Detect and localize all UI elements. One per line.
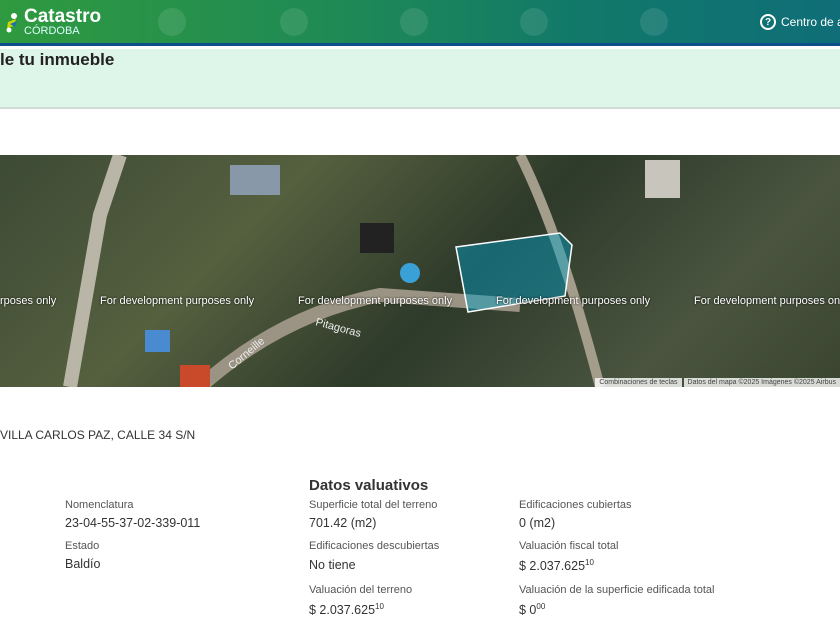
- brand-title: Catastro: [24, 6, 102, 27]
- estado-label: Estado: [65, 540, 100, 552]
- cents: 10: [375, 602, 384, 611]
- decor-dot: [640, 8, 668, 36]
- descubiertas-label: Edificaciones descubiertas: [309, 540, 440, 552]
- cubiertas-value: 0 (m2): [519, 516, 556, 530]
- decor-dot: [158, 8, 186, 36]
- logo[interactable]: Catastro CÓRDOBA: [5, 6, 102, 37]
- superficie-label: Superficie total del terreno: [309, 499, 438, 511]
- valuacion-edificada-value: $ 000: [519, 602, 545, 617]
- valuacion-terreno-label: Valuación del terreno: [309, 584, 413, 596]
- property-address: VILLA CARLOS PAZ, CALLE 34 S/N: [0, 428, 196, 442]
- help-center-link[interactable]: ? Centro de ay: [760, 14, 840, 30]
- map-watermark: For development purposes only: [496, 295, 651, 307]
- valuacion-fiscal-label: Valuación fiscal total: [519, 540, 619, 552]
- street-label: Pitagoras: [314, 316, 362, 340]
- header: Catastro CÓRDOBA ? Centro de ay: [0, 0, 840, 46]
- amount: $ 2.037.625: [309, 603, 376, 618]
- page-title: le tu inmueble: [0, 50, 115, 69]
- title-band: le tu inmueble: [0, 49, 840, 109]
- section-title-valuativos: Datos valuativos: [309, 477, 429, 494]
- map-attribution: Combinaciones de teclas Datos del mapa ©…: [593, 378, 840, 387]
- cents: 00: [536, 602, 546, 611]
- brand-subtitle: CÓRDOBA: [24, 25, 80, 37]
- map-view[interactable]: Pitagoras Corneille rposes only For deve…: [0, 155, 840, 387]
- descubiertas-value: No tiene: [309, 558, 356, 572]
- map-data-attribution[interactable]: Datos del mapa ©2025 Imágenes ©2025 Airb…: [683, 378, 840, 387]
- map-watermark: rposes only: [0, 295, 57, 307]
- map-watermark: For development purposes only: [298, 295, 453, 307]
- help-icon: ?: [760, 14, 776, 30]
- valuacion-edificada-label: Valuación de la superficie edificada tot…: [519, 584, 715, 596]
- map-watermark: For development purposes only: [100, 295, 255, 307]
- logo-icon: [6, 12, 17, 32]
- estado-value: Baldío: [65, 557, 101, 571]
- amount: $ 2.037.625: [519, 559, 586, 574]
- nomenclatura-value: 23-04-55-37-02-339-011: [65, 516, 201, 530]
- decor-dot: [280, 8, 308, 36]
- cubiertas-label: Edificaciones cubiertas: [519, 499, 632, 511]
- amount: $ 0: [519, 603, 537, 618]
- keyboard-shortcuts-link[interactable]: Combinaciones de teclas: [595, 378, 682, 387]
- map-imagery: Pitagoras Corneille: [63, 155, 680, 387]
- valuacion-terreno-value: $ 2.037.62510: [309, 602, 384, 617]
- decor-dot: [520, 8, 548, 36]
- cents: 10: [585, 558, 594, 567]
- superficie-value: 701.42 (m2): [309, 516, 377, 530]
- map-watermark: For development purposes only: [694, 295, 840, 307]
- decor-dot: [400, 8, 428, 36]
- valuacion-fiscal-value: $ 2.037.62510: [519, 558, 594, 573]
- help-label: Centro de ay: [781, 15, 840, 29]
- nomenclatura-label: Nomenclatura: [65, 499, 134, 511]
